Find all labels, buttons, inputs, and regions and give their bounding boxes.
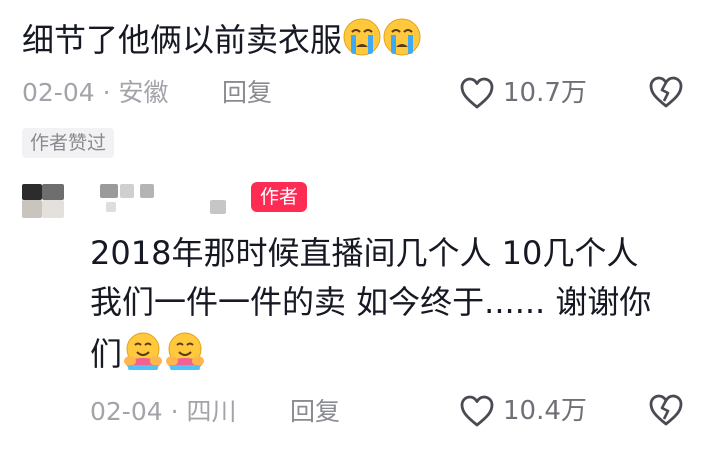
- comment-2-meta: 02-04 · 四川: [90, 397, 237, 427]
- comment-1-like-button[interactable]: 10.7万: [459, 75, 587, 111]
- comment-1-meta: 02-04 · 安徽: [22, 78, 169, 108]
- heart-icon: [460, 395, 494, 427]
- author-tag: 作者: [251, 182, 308, 212]
- author-liked-tag: 作者赞过: [22, 128, 115, 158]
- comment-1-location: 安徽: [118, 78, 169, 107]
- crying-face-icon: [343, 18, 381, 56]
- comment-1-text-row: 细节了他俩以前卖衣服: [22, 17, 422, 60]
- comment-1-text: 细节了他俩以前卖衣服: [22, 21, 343, 59]
- comment-2-reply-button[interactable]: 回复: [290, 397, 340, 427]
- hugging-face-icon: [166, 332, 205, 370]
- comment-2-date: 02-04: [90, 397, 163, 426]
- username-pixel: [210, 200, 226, 214]
- avatar-pixel: [22, 184, 42, 200]
- username-blurred[interactable]: [100, 180, 240, 222]
- comment-2-like-button[interactable]: 10.4万: [459, 393, 587, 429]
- meta-separator: ·: [102, 78, 111, 107]
- heart-icon: [460, 77, 494, 109]
- username-pixel: [106, 202, 116, 212]
- comment-2-text-line-3-row: 们: [90, 331, 206, 374]
- username-pixel: [140, 184, 154, 198]
- broken-heart-icon[interactable]: [648, 393, 684, 427]
- hugging-face-icon: [124, 332, 163, 370]
- meta-separator: ·: [170, 397, 179, 426]
- crying-face-icon: [383, 18, 421, 56]
- avatar-pixel: [42, 200, 64, 218]
- comment-1-date: 02-04: [22, 78, 95, 107]
- username-pixel: [100, 184, 118, 198]
- avatar[interactable]: [20, 180, 70, 226]
- avatar-pixel: [22, 200, 42, 218]
- broken-heart-icon[interactable]: [648, 75, 684, 109]
- comment-1-like-count: 10.7万: [503, 78, 587, 108]
- comment-1-reply-button[interactable]: 回复: [222, 78, 272, 108]
- comment-2-text-line-1: 2018年那时候直播间几个人 10几个人: [90, 234, 639, 272]
- comment-2-location: 四川: [186, 397, 237, 426]
- avatar-pixel: [42, 184, 64, 200]
- comment-2-text-line-3: 们: [90, 335, 123, 373]
- username-pixel: [120, 184, 134, 198]
- comment-2-text-line-2: 我们一件一件的卖 如今终于...... 谢谢你: [90, 283, 652, 321]
- comment-2-like-count: 10.4万: [503, 396, 587, 426]
